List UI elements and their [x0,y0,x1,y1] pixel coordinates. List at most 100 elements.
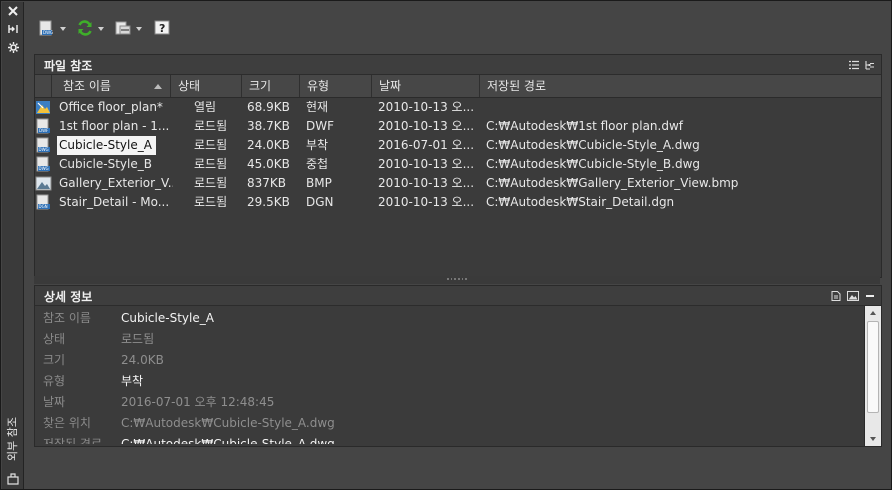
detail-value: 로드됨 [121,332,155,346]
table-row[interactable]: DGN Stair_Detail - Mo... 로드됨 29.5KB DGN … [35,193,881,212]
table-row[interactable]: DWG Cubicle-Style_B 로드됨 45.0KB 중첩 2010-1… [35,155,881,174]
cell-reference-name: Gallery_Exterior_V... [59,176,173,190]
scroll-up-icon[interactable] [870,311,876,315]
detail-value: 24.0KB [121,353,164,367]
dwf-file-icon: DWF [35,118,52,135]
cell-saved-path: C:₩Autodesk₩Cubicle-Style_B.dwg [486,157,701,171]
detail-value[interactable]: C:₩Autodesk₩Cubicle-Style_A.dwg [121,434,335,444]
detail-label: 상태 [43,332,66,346]
cell-saved-path: C:₩Autodesk₩Stair_Detail.dgn [486,195,675,209]
detail-label: 참조 이름 [43,311,91,325]
tree-view-icon[interactable] [865,59,875,73]
detail-row-type: 유형 부착 [43,371,865,392]
details-title: 상세 정보 [44,290,93,304]
cell-date: 2010-10-13 오... [378,100,475,114]
column-status[interactable]: 상태 [171,75,242,97]
detail-row-size: 크기 24.0KB [43,350,865,371]
svg-text:?: ? [159,22,165,35]
cell-date: 2010-10-13 오... [378,176,475,190]
detail-label: 유형 [43,374,66,388]
file-references-title: 파일 참조 [44,59,93,73]
palette-title-strip: 외부 참조 [2,2,24,489]
cell-date: 2010-10-13 오... [378,195,475,209]
detail-value: 2016-07-01 오후 12:48:45 [121,395,275,409]
cell-reference-name: Stair_Detail - Mo... [59,195,170,209]
cell-saved-path [486,98,876,117]
settings-icon[interactable] [6,42,20,54]
svg-text:DWG: DWG [39,147,49,152]
close-icon[interactable] [6,6,20,18]
detail-row-found-at: 찾은 위치 C:₩Autodesk₩Cubicle-Style_A.dwg [43,413,865,434]
details-header: 상세 정보 [35,286,881,306]
scroll-down-icon[interactable] [870,437,876,441]
help-button[interactable]: ? [154,18,170,40]
cell-saved-path: C:₩Autodesk₩Cubicle-Style_A.dwg [486,138,700,152]
svg-text:DWG: DWG [43,30,53,35]
cell-type: 부착 [306,138,329,152]
chevron-down-icon [60,27,66,31]
preview-icon[interactable] [847,290,859,304]
cell-size: 45.0KB [247,157,290,171]
detail-value[interactable]: Cubicle-Style_A [121,308,214,329]
table-row[interactable]: Gallery_Exterior_V... 로드됨 837KB BMP 2010… [35,174,881,193]
file-references-header: 파일 참조 [35,55,881,75]
column-saved-path[interactable]: 저장된 경로 [480,75,881,97]
change-path-icon [114,19,132,40]
table-row[interactable]: Office floor_plan* 열림 68.9KB 현재 2010-10-… [35,98,881,117]
detail-value[interactable]: 부착 [121,371,143,392]
dwg-drawing-icon [35,99,52,116]
detail-row-saved-path: 저장된 경로 C:₩Autodesk₩Cubicle-Style_A.dwg [43,434,865,444]
file-references-panel: 파일 참조 참조 이름 상태 크기 유형 날짜 저장된 경로 Office fl… [34,54,882,278]
cell-status: 로드됨 [194,138,228,152]
details-content: 참조 이름 Cubicle-Style_A 상태 로드됨 크기 24.0KB 유… [35,306,865,446]
attach-dropdown-button[interactable]: DWG [38,18,66,40]
auto-hide-icon[interactable] [6,24,20,36]
cell-date: 2016-07-01 오... [378,138,475,152]
detail-row-status: 상태 로드됨 [43,329,865,350]
cell-status: 로드됨 [194,195,228,209]
change-path-dropdown-button[interactable] [114,18,142,40]
cell-reference-name: Cubicle-Style_A [57,136,173,155]
cell-size: 29.5KB [247,195,290,209]
cell-status: 로드됨 [194,176,228,190]
cell-type: 현재 [306,100,329,114]
cell-saved-path: C:₩Autodesk₩Gallery_Exterior_View.bmp [486,176,739,190]
minimize-icon[interactable] [865,290,875,304]
scroll-thumb[interactable] [867,321,879,413]
palette-title: 외부 참조 [6,417,19,461]
list-view-icon[interactable] [849,59,859,73]
column-size[interactable]: 크기 [242,75,300,97]
svg-text:DWG: DWG [39,166,49,171]
detail-label: 저장된 경로 [43,437,103,444]
column-date[interactable]: 날짜 [372,75,480,97]
column-type[interactable]: 유형 [300,75,372,97]
detail-row-date: 날짜 2016-07-01 오후 12:48:45 [43,392,865,413]
refresh-dropdown-button[interactable] [76,18,104,40]
palette-properties-icon[interactable] [6,472,20,486]
cell-status: 로드됨 [194,119,228,133]
cell-size: 24.0KB [247,138,290,152]
cell-reference-name: Cubicle-Style_B [59,157,152,171]
cell-reference-name: 1st floor plan - 1... [59,119,170,133]
cell-type: DWF [306,119,335,133]
panel-splitter[interactable] [34,276,880,284]
column-reference-name[interactable]: 참조 이름 [52,75,171,97]
cell-reference-name: Office floor_plan* [59,100,163,114]
table-row[interactable]: DWF 1st floor plan - 1... 로드됨 38.7KB DWF… [35,117,881,136]
svg-text:DGN: DGN [39,204,48,209]
detail-label: 날짜 [43,395,66,409]
cell-saved-path: C:₩Autodesk₩1st floor plan.dwf [486,119,683,133]
image-file-icon [35,175,52,192]
dgn-file-icon: DGN [35,194,52,211]
table-row[interactable]: DWG Cubicle-Style_A 로드됨 24.0KB 부착 2016-0… [35,136,881,155]
dwg-file-icon: DWG [35,156,52,173]
cell-type: BMP [306,176,332,190]
details-scrollbar[interactable] [864,306,881,446]
detail-row-reference-name: 참조 이름 Cubicle-Style_A [43,308,865,329]
chevron-down-icon [136,27,142,31]
cell-status: 로드됨 [194,157,228,171]
detail-label: 찾은 위치 [43,416,91,430]
cell-date: 2010-10-13 오... [378,157,475,171]
details-view-icon[interactable] [831,290,841,304]
detail-label: 크기 [43,353,66,367]
